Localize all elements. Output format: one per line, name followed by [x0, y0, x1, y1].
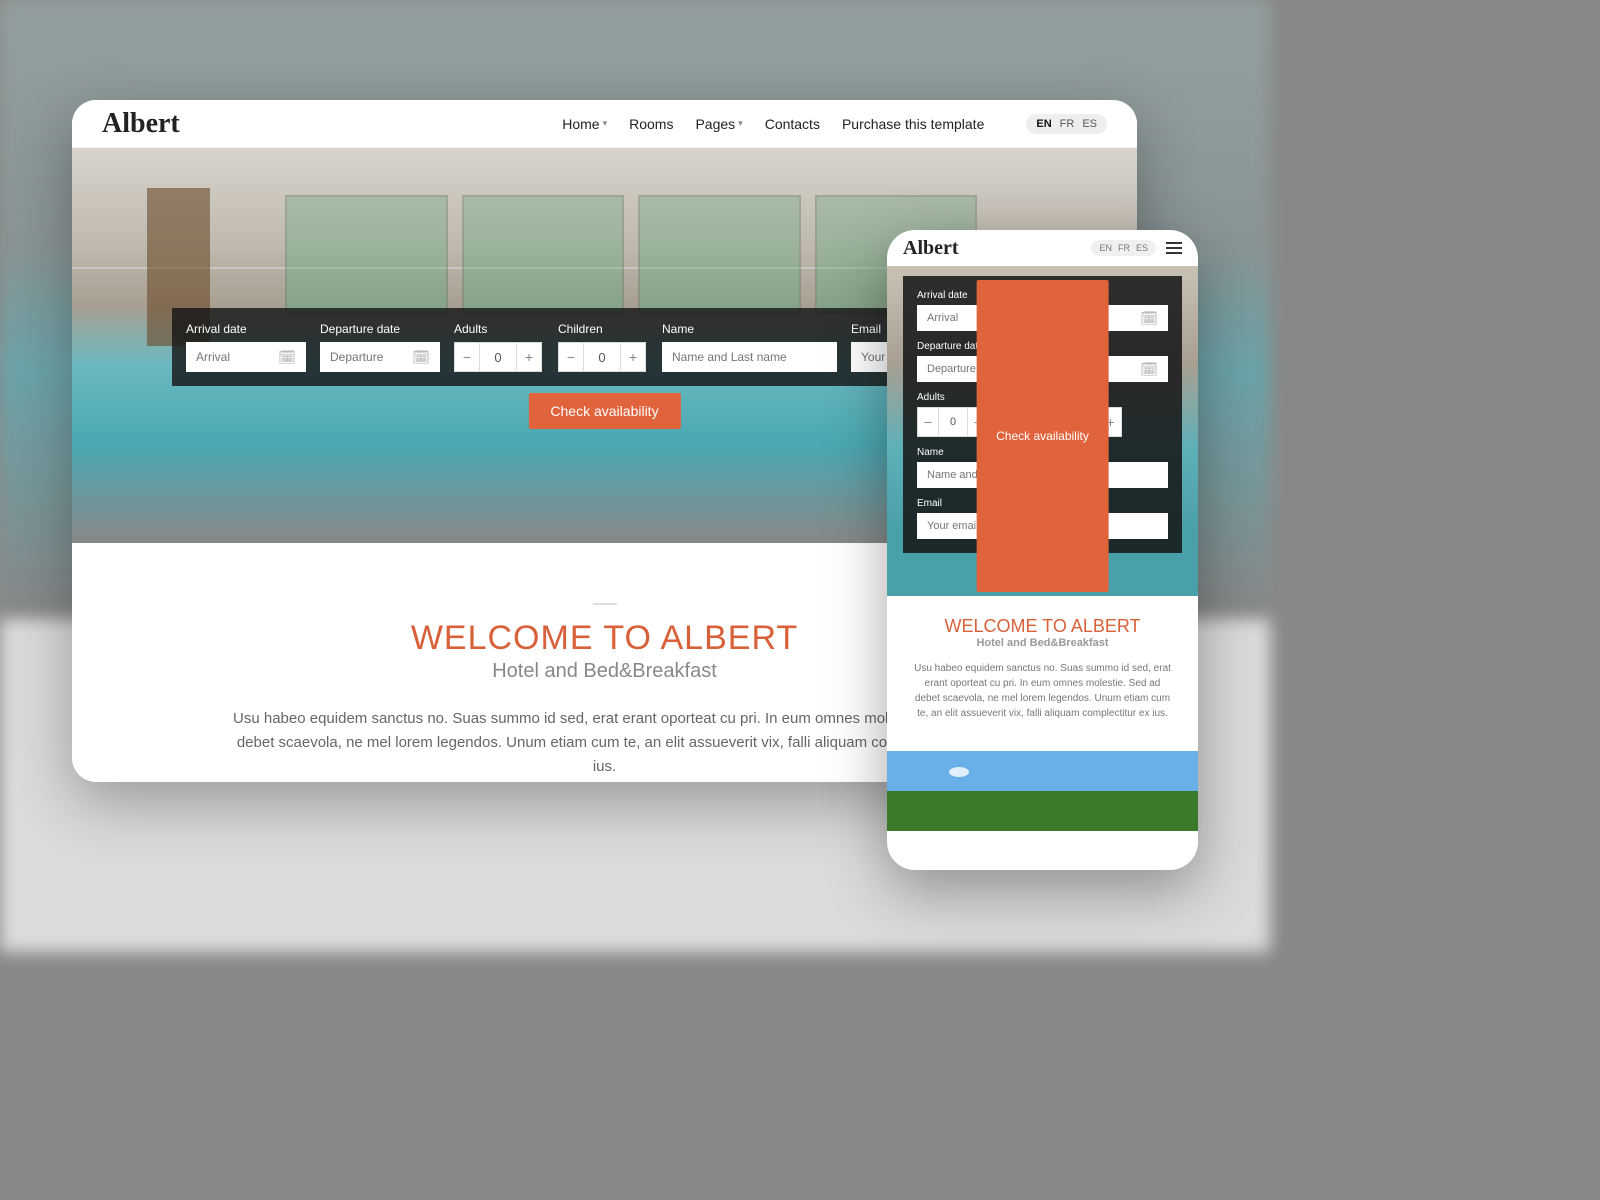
departure-field: Departure date 🗓 [320, 322, 440, 372]
arrival-label: Arrival date [186, 322, 306, 336]
children-label: Children [558, 322, 648, 336]
children-minus-button[interactable]: − [558, 342, 584, 372]
m-welcome-title: WELCOME TO ALBERT [911, 616, 1174, 637]
name-field: Name [662, 322, 837, 372]
welcome-body: Usu habeo equidem sanctus no. Suas summo… [225, 707, 985, 779]
nav-pages[interactable]: Pages▾ [695, 116, 742, 132]
mobile-hero: Arrival date 🗓 Departure date 🗓 Adults −… [887, 266, 1198, 596]
mobile-lang-fr[interactable]: FR [1118, 243, 1130, 253]
mobile-language-switcher: EN FR ES [1091, 240, 1156, 256]
lang-fr[interactable]: FR [1060, 118, 1075, 130]
brand-logo[interactable]: Albert [102, 108, 180, 140]
name-label: Name [662, 322, 837, 336]
calendar-icon[interactable]: 🗓 [412, 349, 430, 366]
adults-field: Adults − 0 + [454, 322, 544, 372]
chevron-down-icon: ▾ [738, 118, 743, 129]
name-input[interactable] [672, 350, 827, 364]
arrival-field: Arrival date 🗓 [186, 322, 306, 372]
chevron-down-icon: ▾ [603, 118, 608, 129]
divider [593, 603, 617, 605]
departure-label: Departure date [320, 322, 440, 336]
nav-home[interactable]: Home▾ [562, 116, 607, 132]
adults-value: 0 [480, 342, 516, 372]
departure-input[interactable] [330, 350, 412, 364]
mobile-brand-logo[interactable]: Albert [903, 237, 959, 260]
mobile-lang-es[interactable]: ES [1136, 243, 1148, 253]
nav-contacts[interactable]: Contacts [765, 116, 820, 132]
calendar-icon[interactable]: 🗓 [1140, 361, 1158, 378]
children-plus-button[interactable]: + [620, 342, 646, 372]
children-stepper: − 0 + [558, 342, 648, 372]
check-availability-button[interactable]: Check availability [528, 393, 680, 429]
nav-purchase[interactable]: Purchase this template [842, 116, 984, 132]
m-check-availability-button[interactable]: Check availability [976, 280, 1109, 592]
children-value: 0 [584, 342, 620, 372]
mobile-welcome-section: WELCOME TO ALBERT Hotel and Bed&Breakfas… [887, 596, 1198, 741]
adults-stepper: − 0 + [454, 342, 544, 372]
calendar-icon[interactable]: 🗓 [1140, 310, 1158, 327]
mobile-lang-en[interactable]: EN [1099, 243, 1112, 253]
m-adults-value: 0 [939, 407, 967, 437]
adults-plus-button[interactable]: + [516, 342, 542, 372]
children-field: Children − 0 + [558, 322, 648, 372]
main-nav: Home▾ Rooms Pages▾ Contacts Purchase thi… [562, 114, 1107, 134]
lang-es[interactable]: ES [1082, 118, 1097, 130]
arrival-input[interactable] [196, 350, 278, 364]
calendar-icon[interactable]: 🗓 [278, 349, 296, 366]
adults-minus-button[interactable]: − [454, 342, 480, 372]
header: Albert Home▾ Rooms Pages▾ Contacts Purch… [72, 100, 1137, 148]
language-switcher: EN FR ES [1026, 114, 1107, 134]
nav-rooms[interactable]: Rooms [629, 116, 673, 132]
lang-en[interactable]: EN [1036, 118, 1051, 130]
m-adults-minus-button[interactable]: − [917, 407, 939, 437]
mobile-preview: Albert EN FR ES Arrival date 🗓 Departure… [887, 230, 1198, 870]
m-welcome-subtitle: Hotel and Bed&Breakfast [911, 637, 1174, 649]
adults-label: Adults [454, 322, 544, 336]
mobile-gallery-image [887, 751, 1198, 831]
hamburger-icon[interactable] [1166, 242, 1182, 254]
mobile-header: Albert EN FR ES [887, 230, 1198, 266]
m-welcome-body: Usu habeo equidem sanctus no. Suas summo… [911, 661, 1174, 721]
